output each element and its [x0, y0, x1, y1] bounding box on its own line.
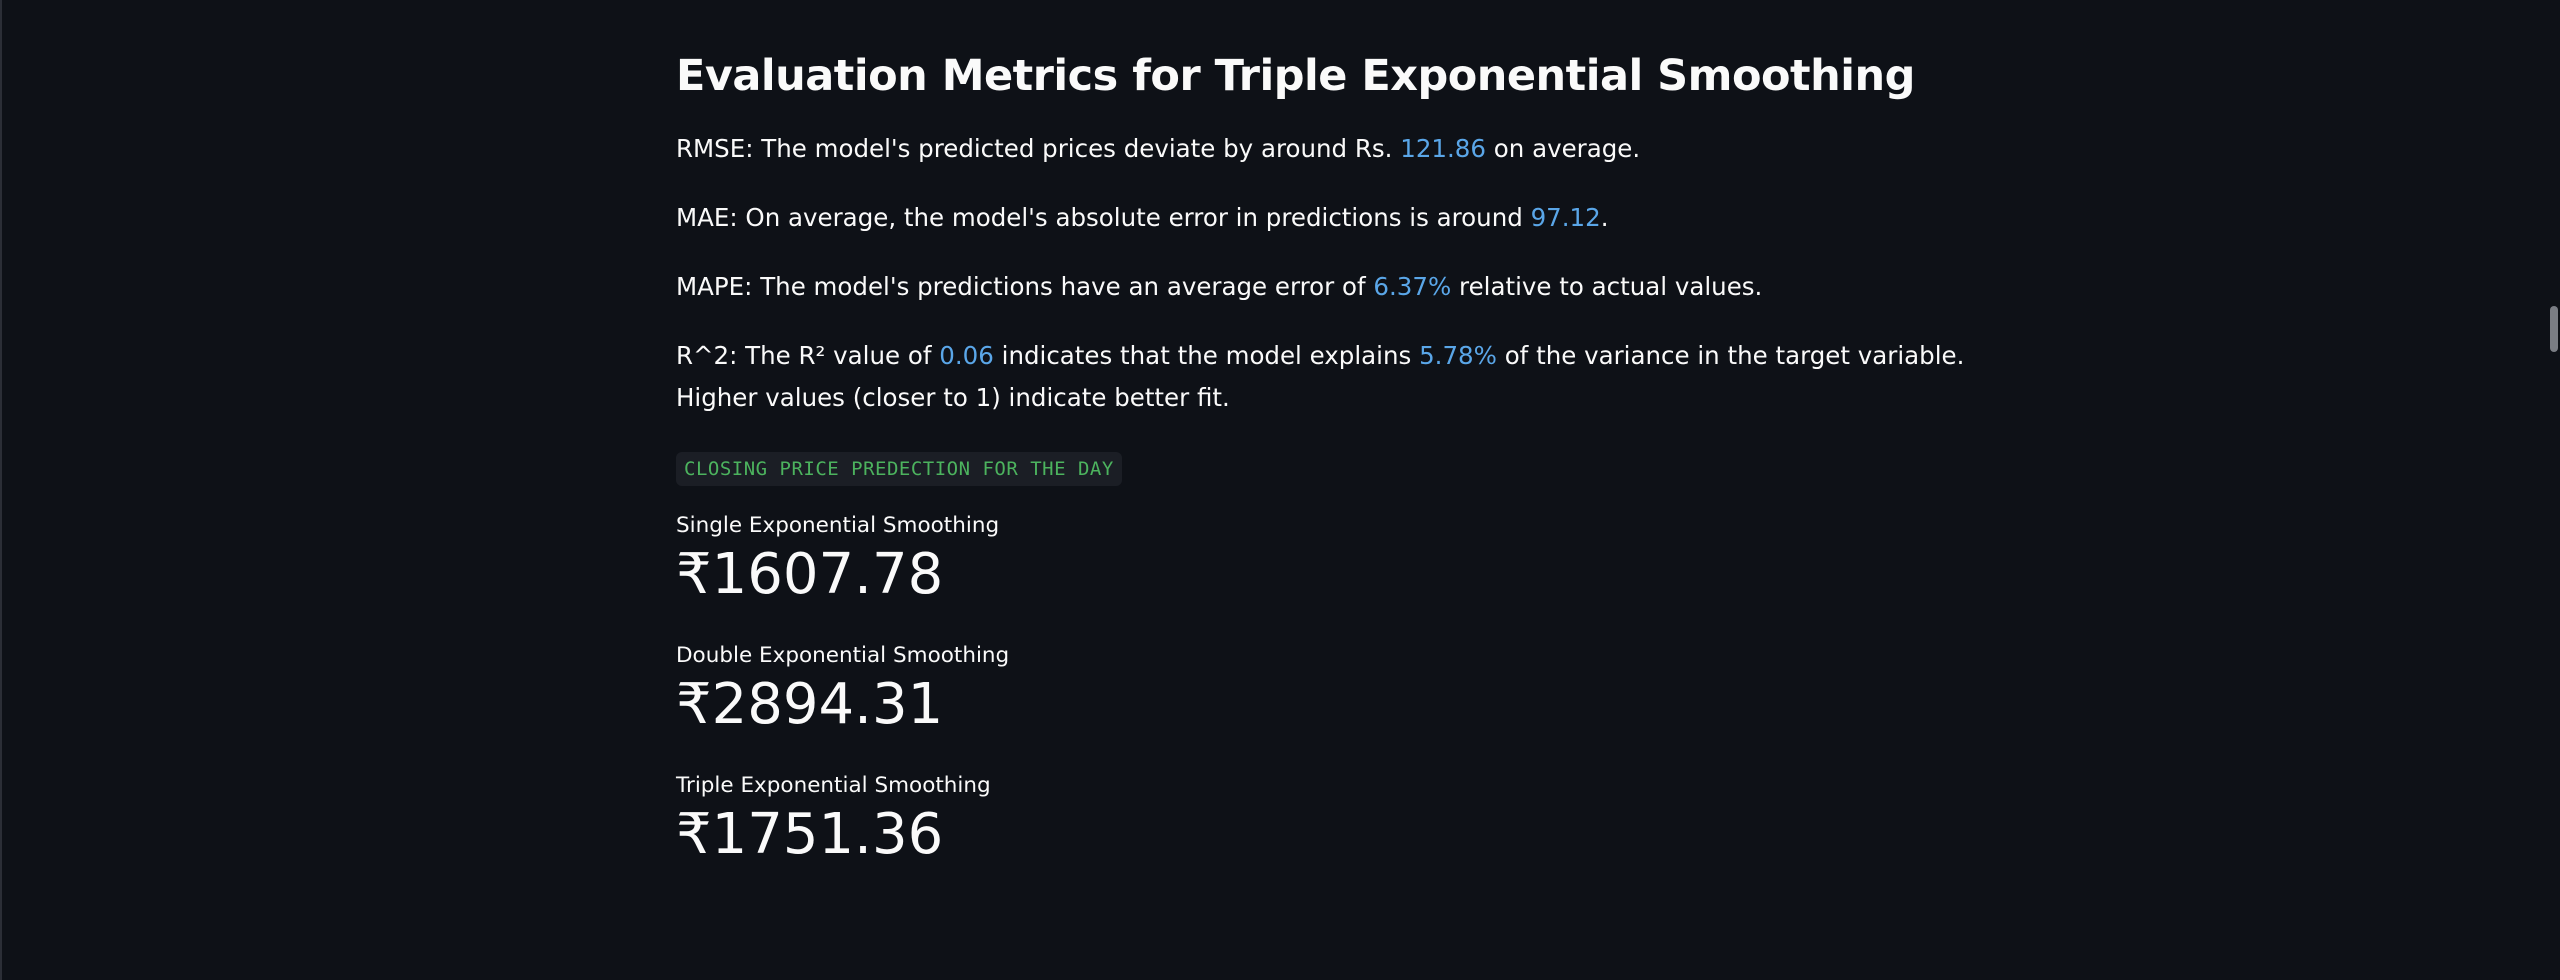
left-border	[0, 0, 2, 980]
rmse-text: RMSE: The model's predicted prices devia…	[676, 128, 1896, 170]
mape-text: MAPE: The model's predictions have an av…	[676, 266, 1896, 308]
mae-suffix: .	[1600, 203, 1609, 232]
rmse-value: 121.86	[1400, 134, 1486, 163]
metric-label: Double Exponential Smoothing	[676, 643, 1010, 668]
metric-value: ₹2894.31	[676, 672, 944, 737]
vertical-scrollbar[interactable]	[2546, 0, 2560, 980]
prediction-code-label: CLOSING PRICE PREDECTION FOR THE DAY	[676, 452, 1122, 486]
r2-value: 0.06	[939, 341, 994, 370]
r2-note: Higher values (closer to 1) indicate bet…	[676, 383, 1230, 412]
mape-value: 6.37%	[1373, 272, 1452, 301]
mae-prefix: MAE: On average, the model's absolute er…	[676, 203, 1531, 232]
r2-suffix: of the variance in the target variable.	[1496, 341, 1965, 370]
metric-single-exponential: Single Exponential Smoothing ₹1607.78	[676, 512, 1896, 610]
rmse-suffix: on average.	[1485, 134, 1641, 163]
app-window: Evaluation Metrics for Triple Exponentia…	[0, 0, 2560, 980]
r2-text: R^2: The R² value of 0.06 indicates that…	[676, 335, 1964, 419]
mae-text: MAE: On average, the model's absolute er…	[676, 197, 1896, 239]
mape-suffix: relative to actual values.	[1451, 272, 1763, 301]
rmse-prefix: RMSE: The model's predicted prices devia…	[676, 134, 1401, 163]
metric-value: ₹1751.36	[676, 802, 944, 867]
metric-label: Triple Exponential Smoothing	[676, 773, 991, 798]
scrollbar-thumb[interactable]	[2550, 306, 2558, 352]
metric-double-exponential: Double Exponential Smoothing ₹2894.31	[676, 642, 1896, 740]
mae-value: 97.12	[1530, 203, 1601, 232]
metric-triple-exponential: Triple Exponential Smoothing ₹1751.36	[676, 772, 1896, 870]
r2-prefix: R^2: The R² value of	[676, 341, 940, 370]
r2-percent: 5.78%	[1419, 341, 1497, 370]
metric-value: ₹1607.78	[676, 542, 944, 607]
main-content: Evaluation Metrics for Triple Exponentia…	[676, 44, 1964, 870]
metric-label: Single Exponential Smoothing	[676, 513, 1000, 538]
r2-middle: indicates that the model explains	[993, 341, 1420, 370]
section-title: Evaluation Metrics for Triple Exponentia…	[676, 51, 1915, 101]
mape-prefix: MAPE: The model's predictions have an av…	[676, 272, 1374, 301]
